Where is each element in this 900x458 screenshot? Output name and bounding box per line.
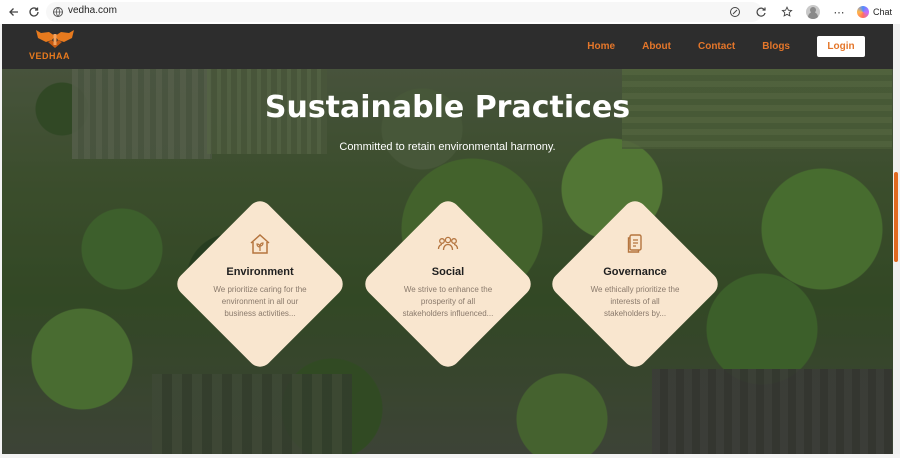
browser-toolbar: vedha.com ⋯ Chat xyxy=(0,0,900,24)
profile-avatar[interactable] xyxy=(805,4,821,20)
site-header: VEDHAA Home About Contact Blogs Login xyxy=(2,24,893,69)
favorites-star-icon[interactable] xyxy=(779,4,795,20)
card-description: We ethically prioritize the interests of… xyxy=(590,285,680,318)
chat-button[interactable]: Chat xyxy=(856,6,894,18)
hero-section: Sustainable Practices Committed to retai… xyxy=(2,69,893,454)
hero-title: Sustainable Practices xyxy=(264,90,631,125)
refresh-extension-icon[interactable] xyxy=(753,4,769,20)
card-title: Governance xyxy=(603,266,667,278)
nav-contact[interactable]: Contact xyxy=(698,41,735,52)
nav-about[interactable]: About xyxy=(642,41,671,52)
address-bar[interactable] xyxy=(46,2,762,22)
reload-icon[interactable] xyxy=(26,4,42,20)
card-governance[interactable]: Governance We ethically prioritize the i… xyxy=(547,196,723,372)
site-info-icon[interactable] xyxy=(52,5,64,23)
more-options-icon[interactable]: ⋯ xyxy=(831,4,847,20)
nav-blogs[interactable]: Blogs xyxy=(762,41,790,52)
url-text[interactable]: vedha.com xyxy=(68,5,117,16)
logo-text: VEDHAA xyxy=(29,51,71,61)
card-content: Environment We prioritize caring for the… xyxy=(168,232,352,320)
card-description: We strive to enhance the prosperity of a… xyxy=(402,285,494,318)
card-title: Environment xyxy=(226,266,294,278)
card-title: Social xyxy=(431,266,465,278)
card-social[interactable]: Social We strive to enhance the prosperi… xyxy=(360,196,536,372)
scrollbar-thumb[interactable] xyxy=(894,172,898,262)
card-content: Social We strive to enhance the prosperi… xyxy=(356,232,540,320)
hero-subtitle: Committed to retain environmental harmon… xyxy=(339,141,556,153)
main-nav: Home About Contact Blogs Login xyxy=(587,24,893,69)
back-icon[interactable] xyxy=(6,4,22,20)
card-description: We prioritize caring for the environment… xyxy=(213,285,307,318)
reading-mode-icon[interactable] xyxy=(727,4,743,20)
house-leaf-icon xyxy=(250,233,270,254)
nav-home[interactable]: Home xyxy=(587,41,615,52)
people-icon xyxy=(437,236,459,251)
browser-actions: ⋯ Chat xyxy=(727,2,894,22)
copilot-icon xyxy=(856,6,869,18)
web-page: VEDHAA Home About Contact Blogs Login Su… xyxy=(2,24,893,454)
card-content: Governance We ethically prioritize the i… xyxy=(543,232,727,320)
page-scrollbar[interactable] xyxy=(893,24,900,454)
card-environment[interactable]: Environment We prioritize caring for the… xyxy=(172,196,348,372)
document-icon xyxy=(627,234,642,253)
login-button[interactable]: Login xyxy=(817,36,865,57)
chat-label: Chat xyxy=(872,7,892,17)
